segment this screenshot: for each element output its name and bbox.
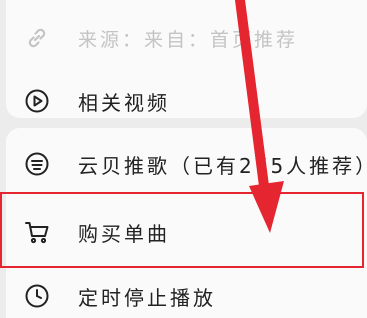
related-video-label: 相关视频 [78, 90, 170, 115]
menu-item-sleep-timer[interactable]: 定时停止播放 [6, 276, 367, 316]
link-icon [23, 24, 51, 52]
menu-item-cloud-recommend[interactable]: 云贝推歌（已有275人推荐） [6, 142, 367, 186]
sleep-timer-label: 定时停止播放 [78, 285, 216, 310]
menu-item-related-video[interactable]: 相关视频 [6, 79, 367, 123]
highlight-box [0, 192, 364, 268]
clock-icon [23, 282, 51, 310]
source-label: 来源：来自：首页推荐 [78, 28, 299, 51]
menu-item-source: 来源：来自：首页推荐 [6, 14, 367, 62]
cloud-coin-icon [23, 150, 51, 178]
cloud-recommend-label: 云贝推歌（已有275人推荐） [78, 153, 367, 178]
play-circle-icon [23, 87, 51, 115]
